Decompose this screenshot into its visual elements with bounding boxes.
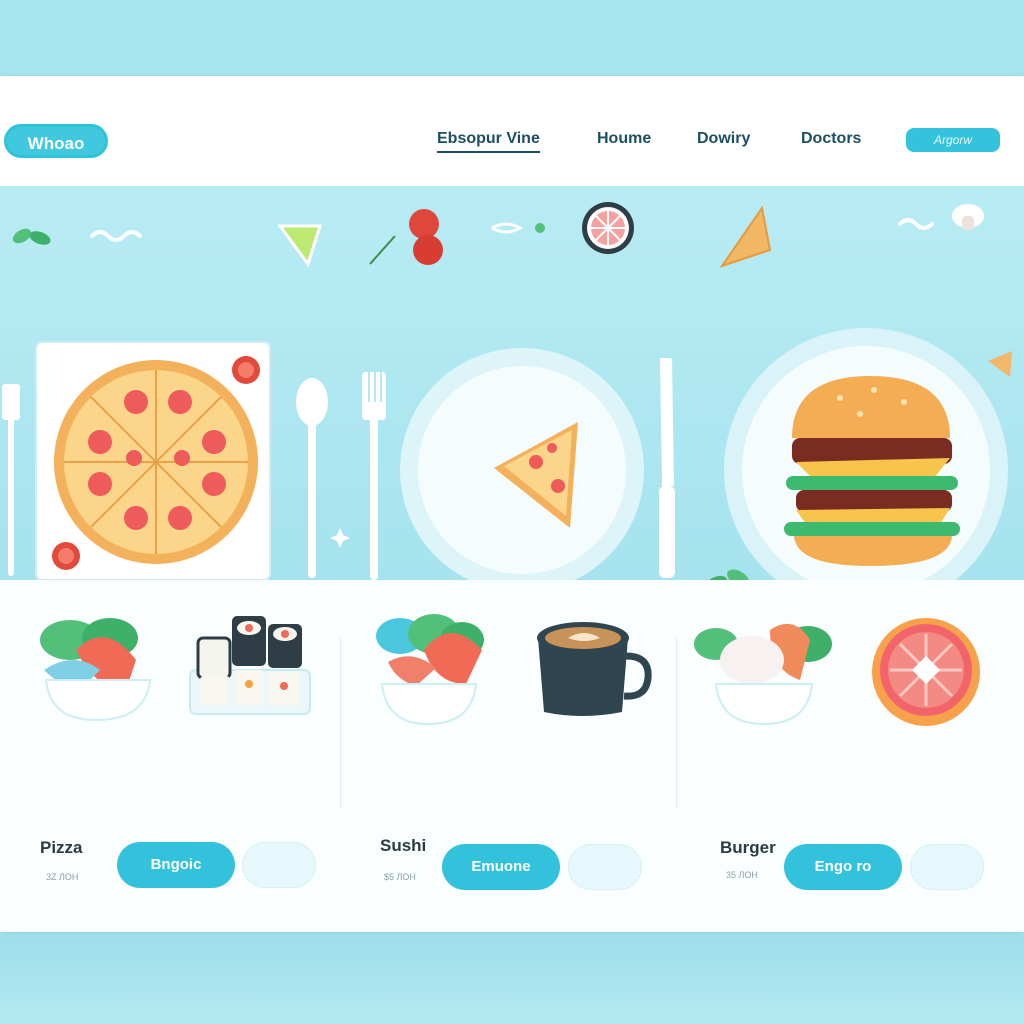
app-window: Whoao Ebsopur Vine Houme Dowiry Doctors …: [0, 76, 1024, 932]
nav-item-doctors[interactable]: Doctors: [801, 130, 861, 148]
product-price-sushi: $5 ЛОН: [384, 872, 416, 882]
salad-bowl-icon: [376, 614, 484, 726]
coffee-cup-icon: [537, 622, 652, 716]
leaf-icon: [12, 228, 51, 245]
top-navigation-bar: Whoao Ebsopur Vine Houme Dowiry Doctors …: [0, 76, 1024, 186]
fork-icon: [362, 372, 386, 580]
product-list: Pizza 3Z ЛОН Bngoic Sushi $5 ЛОН Emuone …: [0, 580, 1024, 932]
rice-bowl-icon: [694, 623, 832, 726]
fork-icon: [2, 384, 20, 576]
hero-illustration: [2, 202, 1012, 580]
nav-item-ebsopur-vine[interactable]: Ebsopur Vine: [437, 130, 540, 153]
nav-item-houme[interactable]: Houme: [597, 130, 651, 148]
salad-bowl-icon: [40, 618, 152, 722]
brand-logo[interactable]: Whoao: [4, 124, 108, 158]
burger-secondary-button[interactable]: [910, 844, 984, 890]
hero-banner: [0, 186, 1024, 580]
ice-cream-cone-icon: [719, 205, 772, 268]
product-name-pizza: Pizza: [40, 838, 83, 857]
leaf-icon: [704, 569, 749, 580]
burger-order-button[interactable]: Engo ro: [784, 844, 902, 890]
sushi-tray-icon: [189, 616, 311, 715]
sparkle-icon: [330, 528, 350, 548]
product-price-burger: 35 ЛОН: [726, 870, 758, 880]
tomato-slice-icon: [232, 356, 260, 384]
mushroom-icon: [952, 204, 984, 230]
wave-squiggle-icon: [90, 230, 142, 242]
cherry-tomato-icon: [369, 209, 443, 265]
cheese-wedge-icon: [988, 351, 1012, 377]
knife-icon: [659, 358, 675, 578]
spoon-icon: [296, 378, 328, 578]
whole-pizza-icon: [54, 360, 258, 564]
product-name-burger: Burger: [720, 838, 776, 857]
nav-item-dowiry[interactable]: Dowiry: [697, 130, 750, 148]
product-illustrations: [40, 614, 980, 726]
header-cta-button[interactable]: Argorw: [906, 128, 1000, 152]
sushi-order-button[interactable]: Emuone: [442, 844, 560, 890]
page-footer-band: [0, 936, 1024, 1024]
sushi-secondary-button[interactable]: [568, 844, 642, 890]
pizza-secondary-button[interactable]: [242, 842, 316, 888]
product-name-sushi: Sushi: [380, 836, 427, 855]
grapefruit-slice-icon: [582, 202, 634, 254]
burger-icon: [784, 376, 960, 566]
product-price-pizza: 3Z ЛОН: [46, 872, 79, 882]
lime-slice-icon: [277, 224, 323, 268]
wave-squiggle-icon: [898, 218, 934, 230]
grapefruit-half-icon: [872, 618, 980, 726]
whisk-icon: [491, 222, 545, 234]
pizza-order-button[interactable]: Bngoic: [117, 842, 235, 888]
tomato-slice-icon: [52, 542, 80, 570]
